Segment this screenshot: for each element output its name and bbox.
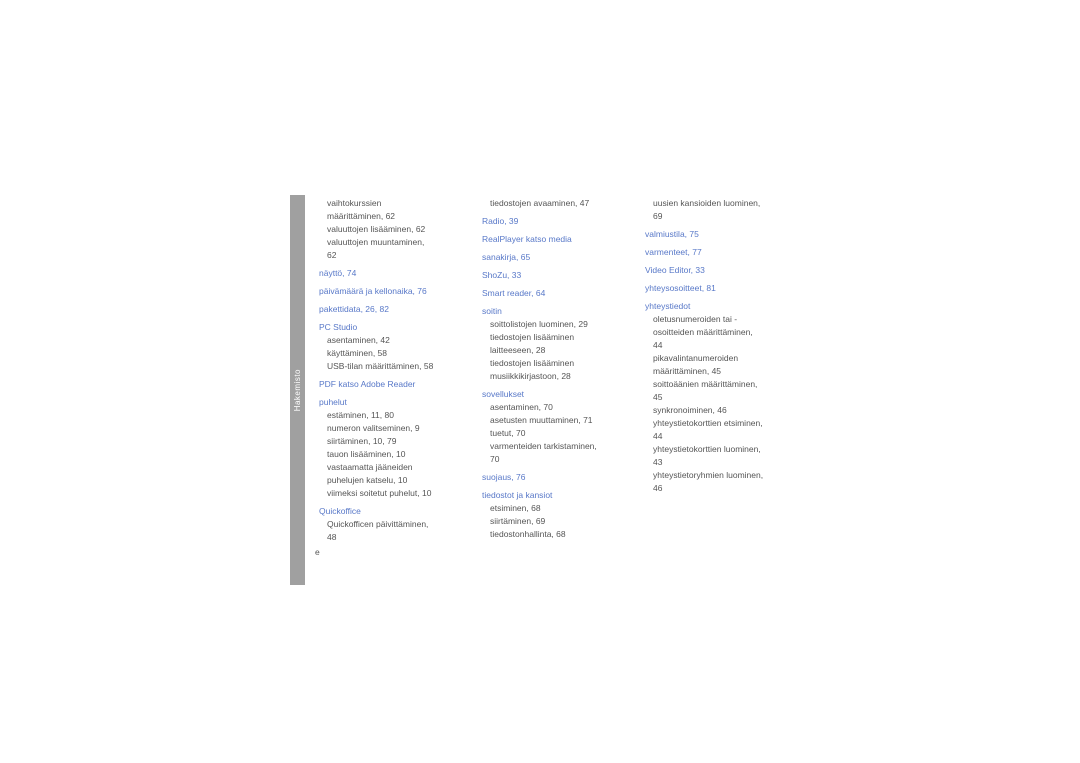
index-subentry: synkronoiminen, 46 (645, 404, 790, 416)
index-column-3: uusien kansioiden luominen,69 valmiustila… (645, 197, 790, 585)
index-subentry: 43 (645, 456, 790, 468)
index-subentry: oletusnumeroiden tai - (645, 313, 790, 325)
index-heading: PDF katso Adobe Reader (319, 378, 464, 390)
index-heading: puhelut (319, 396, 464, 408)
index-subentry: tiedostojen lisääminen (482, 331, 627, 343)
index-subentry: valuuttojen lisääminen, 62 (319, 223, 464, 235)
index-heading: varmenteet, 77 (645, 246, 790, 258)
index-subentry: osoitteiden määrittäminen, (645, 326, 790, 338)
index-subentry: asentaminen, 70 (482, 401, 627, 413)
index-subentry: USB-tilan määrittäminen, 58 (319, 360, 464, 372)
index-subentry: varmenteiden tarkistaminen, (482, 440, 627, 452)
index-subentry: määrittäminen, 62 (319, 210, 464, 222)
index-heading: Video Editor, 33 (645, 264, 790, 276)
index-heading: ShoZu, 33 (482, 269, 627, 281)
index-heading: tiedostot ja kansiot (482, 489, 627, 501)
index-subentry: yhteystietoryhmien luominen, (645, 469, 790, 481)
index-subentry: vaihtokurssien (319, 197, 464, 209)
index-subentry: Quickofficen päivittäminen, (319, 518, 464, 530)
index-heading: sanakirja, 65 (482, 251, 627, 263)
index-subentry: puhelujen katselu, 10 (319, 474, 464, 486)
index-heading: Quickoffice (319, 505, 464, 517)
index-subentry: tiedostonhallinta, 68 (482, 528, 627, 540)
index-subentry: 45 (645, 391, 790, 403)
index-subentry: yhteystietokorttien etsiminen, (645, 417, 790, 429)
index-subentry: määrittäminen, 45 (645, 365, 790, 377)
index-heading: sovellukset (482, 388, 627, 400)
index-subentry: 44 (645, 339, 790, 351)
index-subentry: uusien kansioiden luominen, (645, 197, 790, 209)
index-heading: päivämäärä ja kellonaika, 76 (319, 285, 464, 297)
index-heading: pakettidata, 26, 82 (319, 303, 464, 315)
index-subentry: pikavalintanumeroiden (645, 352, 790, 364)
index-subentry: 70 (482, 453, 627, 465)
index-heading: Radio, 39 (482, 215, 627, 227)
index-heading: PC Studio (319, 321, 464, 333)
index-subentry: 69 (645, 210, 790, 222)
index-subentry: tauon lisääminen, 10 (319, 448, 464, 460)
index-subentry: numeron valitseminen, 9 (319, 422, 464, 434)
index-subentry: 48 (319, 531, 464, 543)
index-subentry: siirtäminen, 69 (482, 515, 627, 527)
index-heading: Smart reader, 64 (482, 287, 627, 299)
column-wrapper: vaihtokurssienmäärittäminen, 62valuuttoj… (319, 197, 464, 585)
section-tab-label: Hakemisto (293, 369, 302, 411)
index-subentry: laitteeseen, 28 (482, 344, 627, 356)
index-column-1: vaihtokurssienmäärittäminen, 62valuuttoj… (319, 197, 464, 543)
index-subentry: tiedostojen avaaminen, 47 (482, 197, 627, 209)
index-columns: vaihtokurssienmäärittäminen, 62valuuttoj… (305, 195, 790, 585)
index-heading: suojaus, 76 (482, 471, 627, 483)
index-subentry: etsiminen, 68 (482, 502, 627, 514)
index-heading: RealPlayer katso media (482, 233, 627, 245)
index-subentry: soittolistojen luominen, 29 (482, 318, 627, 330)
index-subentry: vastaamatta jääneiden (319, 461, 464, 473)
index-subentry: viimeksi soitetut puhelut, 10 (319, 487, 464, 499)
index-subentry: musiikkikirjastoon, 28 (482, 370, 627, 382)
index-subentry: asentaminen, 42 (319, 334, 464, 346)
index-subentry: soittoäänien määrittäminen, (645, 378, 790, 390)
index-subentry: asetusten muuttaminen, 71 (482, 414, 627, 426)
page-letter: e (315, 547, 464, 557)
index-subentry: 44 (645, 430, 790, 442)
index-subentry: siirtäminen, 10, 79 (319, 435, 464, 447)
index-subentry: käyttäminen, 58 (319, 347, 464, 359)
section-tab: Hakemisto (290, 195, 305, 585)
index-subentry: 46 (645, 482, 790, 494)
index-heading: valmiustila, 75 (645, 228, 790, 240)
index-heading: yhteysosoitteet, 81 (645, 282, 790, 294)
index-subentry: 62 (319, 249, 464, 261)
index-page: Hakemisto vaihtokurssienmäärittäminen, 6… (290, 195, 790, 585)
index-heading: soitin (482, 305, 627, 317)
index-heading: näyttö, 74 (319, 267, 464, 279)
index-column-2: tiedostojen avaaminen, 47 Radio, 39 RealPl… (482, 197, 627, 585)
index-heading: yhteystiedot (645, 300, 790, 312)
index-subentry: tiedostojen lisääminen (482, 357, 627, 369)
index-subentry: tuetut, 70 (482, 427, 627, 439)
index-subentry: valuuttojen muuntaminen, (319, 236, 464, 248)
index-subentry: yhteystietokorttien luominen, (645, 443, 790, 455)
index-subentry: estäminen, 11, 80 (319, 409, 464, 421)
